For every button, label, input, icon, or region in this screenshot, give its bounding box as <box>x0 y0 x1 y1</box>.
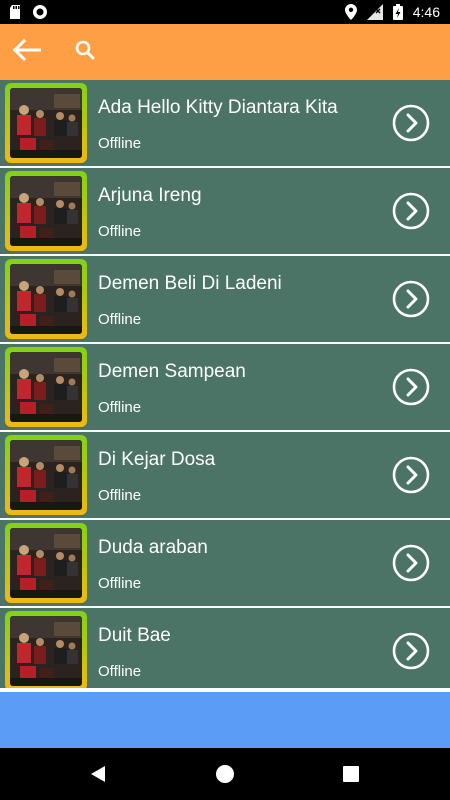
nav-recent-button[interactable] <box>339 762 363 786</box>
song-title: Duit Bae <box>98 625 171 646</box>
song-list-item[interactable]: Arjuna Ireng Offline <box>0 168 450 254</box>
song-title: Demen Sampean <box>98 361 246 382</box>
chevron-right-circle-icon[interactable] <box>392 632 430 670</box>
song-thumbnail-image <box>10 264 82 334</box>
chevron-right-circle-icon[interactable] <box>392 368 430 406</box>
song-title: Arjuna Ireng <box>98 185 202 206</box>
song-list-item[interactable]: Demen Sampean Offline <box>0 344 450 430</box>
chevron-right-circle-icon[interactable] <box>392 280 430 318</box>
song-status: Offline <box>98 135 142 152</box>
arrow-left-icon <box>12 38 42 66</box>
song-title: Ada Hello Kitty Diantara Kita <box>98 97 338 118</box>
song-thumbnail-frame <box>5 171 87 251</box>
song-thumbnail-image <box>10 440 82 510</box>
song-thumbnail-image <box>10 616 82 686</box>
sd-card-icon <box>10 5 22 19</box>
song-thumbnail-image <box>10 352 82 422</box>
song-list-item[interactable]: Duda araban Offline <box>0 520 450 606</box>
song-list-item[interactable]: Duit Bae Offline <box>0 608 450 688</box>
status-time: 4:46 <box>412 4 440 20</box>
song-thumbnail-image <box>10 528 82 598</box>
song-title: Di Kejar Dosa <box>98 449 216 470</box>
chevron-right-circle-icon[interactable] <box>392 544 430 582</box>
song-list: Ada Hello Kitty Diantara Kita Offline Arju… <box>0 80 450 688</box>
chevron-right-circle-icon[interactable] <box>392 104 430 142</box>
signal-icon <box>366 4 383 20</box>
status-bar: 4:46 <box>0 0 450 24</box>
nav-recent-icon <box>339 766 363 790</box>
song-title: Demen Beli Di Ladeni <box>98 273 282 294</box>
navigation-bar <box>0 748 450 800</box>
song-status: Offline <box>98 311 142 328</box>
location-icon <box>344 4 357 20</box>
song-thumbnail-frame <box>5 83 87 163</box>
search-icon <box>75 40 95 65</box>
nav-back-button[interactable] <box>86 762 110 786</box>
song-list-item[interactable]: Di Kejar Dosa Offline <box>0 432 450 518</box>
back-button[interactable] <box>5 30 49 74</box>
song-thumbnail-frame <box>5 259 87 339</box>
song-status: Offline <box>98 487 142 504</box>
song-thumbnail-frame <box>5 611 87 688</box>
song-thumbnail-frame <box>5 435 87 515</box>
nav-home-button[interactable] <box>213 762 237 786</box>
chevron-right-circle-icon[interactable] <box>392 192 430 230</box>
ad-banner[interactable] <box>0 692 450 748</box>
song-status: Offline <box>98 399 142 416</box>
song-title: Duda araban <box>98 537 208 558</box>
song-thumbnail-image <box>10 176 82 246</box>
battery-charging-icon <box>392 4 403 20</box>
song-list-item[interactable]: Demen Beli Di Ladeni Offline <box>0 256 450 342</box>
nav-home-icon <box>213 765 237 790</box>
circle-notification-icon <box>32 4 48 20</box>
song-status: Offline <box>98 223 142 240</box>
song-list-item[interactable]: Ada Hello Kitty Diantara Kita Offline <box>0 80 450 166</box>
app-toolbar <box>0 24 450 80</box>
song-thumbnail-image <box>10 88 82 158</box>
chevron-right-circle-icon[interactable] <box>392 456 430 494</box>
song-status: Offline <box>98 663 142 680</box>
song-thumbnail-frame <box>5 523 87 603</box>
nav-back-icon <box>86 766 110 790</box>
song-status: Offline <box>98 575 142 592</box>
song-thumbnail-frame <box>5 347 87 427</box>
search-button[interactable] <box>63 30 107 74</box>
